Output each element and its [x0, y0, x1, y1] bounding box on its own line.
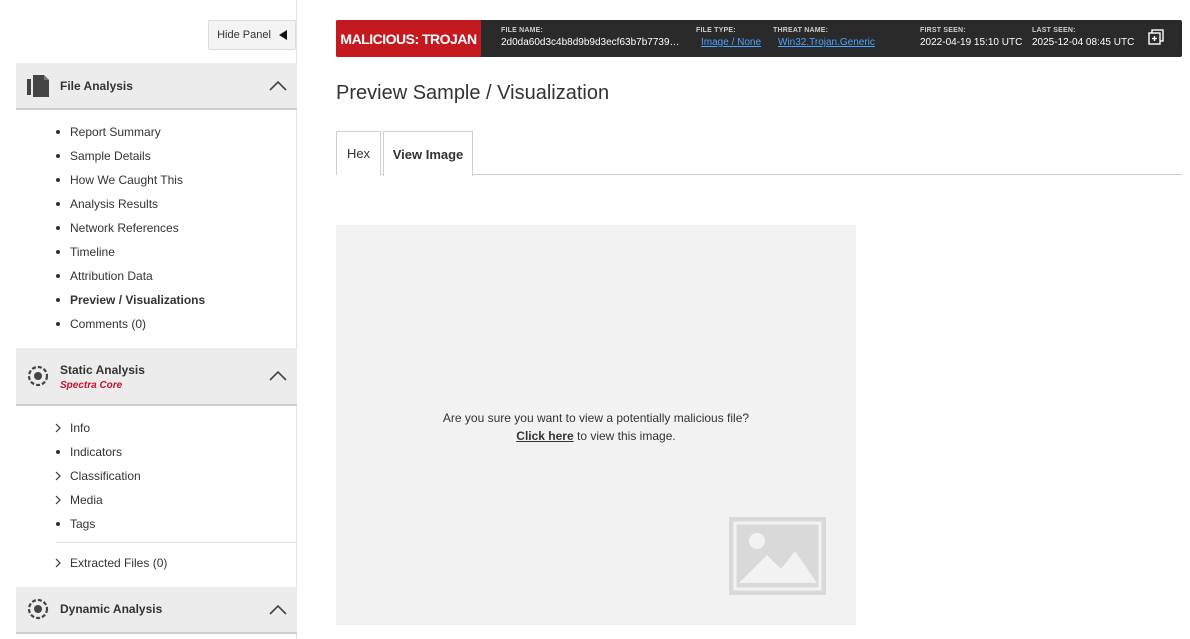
page-title: Preview Sample / Visualization — [336, 82, 610, 104]
bullet-icon — [56, 226, 60, 230]
static-analysis-subtitle: Spectra Core — [60, 380, 123, 391]
gear-target-icon — [27, 598, 49, 620]
chevron-up-icon[interactable] — [269, 604, 287, 616]
tab-view-image[interactable]: View Image — [383, 131, 473, 176]
nav-item-tags[interactable]: Tags — [56, 512, 297, 536]
gear-target-icon — [27, 365, 49, 387]
image-placeholder-icon — [729, 517, 826, 595]
chevron-right-icon — [55, 558, 61, 568]
first-seen-meta: FIRST SEEN: 2022-04-19 15:10 UTC — [920, 27, 1028, 48]
last-seen-value: 2025-12-04 08:45 UTC — [1032, 37, 1135, 48]
bullet-icon — [56, 522, 60, 526]
bullet-icon — [56, 450, 60, 454]
nav-item-classification[interactable]: Classification — [55, 464, 297, 488]
file-analysis-header[interactable]: File Analysis — [16, 63, 297, 110]
bullet-icon — [56, 154, 60, 158]
tab-hex[interactable]: Hex — [336, 131, 381, 175]
extracted-files-nav: Extracted Files (0) — [55, 551, 297, 575]
bullet-icon — [56, 178, 60, 182]
static-analysis-title: Static Analysis — [60, 363, 145, 377]
nav-item-analysis-results[interactable]: Analysis Results — [56, 192, 297, 216]
nav-item-sample-details[interactable]: Sample Details — [56, 144, 297, 168]
nav-item-extracted-files[interactable]: Extracted Files (0) — [55, 551, 297, 575]
chevron-up-icon[interactable] — [269, 370, 287, 382]
file-icon — [27, 75, 49, 97]
threat-banner: MALICIOUS: TROJAN FILE NAME: 2d0da60d3c4… — [336, 20, 1182, 57]
chevron-up-icon[interactable] — [269, 80, 287, 92]
triangle-left-icon — [278, 30, 287, 40]
last-seen-meta: LAST SEEN: 2025-12-04 08:45 UTC — [1032, 27, 1140, 48]
nav-item-media[interactable]: Media — [55, 488, 297, 512]
nav-item-attribution-data[interactable]: Attribution Data — [56, 264, 297, 288]
nav-item-report-summary[interactable]: Report Summary — [56, 120, 297, 144]
preview-tabs: Hex View Image — [336, 131, 1182, 176]
threat-name-link[interactable]: Win32.Trojan.Generic — [778, 37, 875, 48]
nav-item-info[interactable]: Info — [55, 416, 297, 440]
file-analysis-nav: Report Summary Sample Details How We Cau… — [56, 120, 297, 336]
copy-icon[interactable] — [1148, 29, 1164, 45]
bullet-icon — [56, 202, 60, 206]
first-seen-value: 2022-04-19 15:10 UTC — [920, 37, 1023, 48]
nav-item-timeline[interactable]: Timeline — [56, 240, 297, 264]
bullet-icon — [56, 322, 60, 326]
image-preview-area: Are you sure you want to view a potentia… — [336, 225, 856, 625]
chevron-right-icon — [55, 423, 61, 433]
dynamic-analysis-title: Dynamic Analysis — [60, 602, 163, 616]
threat-name-meta: THREAT NAME: Win32.Trojan.Generic — [773, 27, 875, 48]
file-type-link[interactable]: Image / None — [701, 37, 761, 48]
nav-item-preview-visualizations[interactable]: Preview / Visualizations — [56, 288, 297, 312]
click-suffix-text: to view this image. — [573, 429, 676, 443]
dynamic-analysis-header[interactable]: Dynamic Analysis — [16, 587, 297, 634]
static-analysis-header[interactable]: Static Analysis Spectra Core — [16, 348, 297, 406]
nav-item-comments[interactable]: Comments (0) — [56, 312, 297, 336]
preview-message: Are you sure you want to view a potentia… — [336, 409, 856, 445]
nav-item-indicators[interactable]: Indicators — [56, 440, 297, 464]
hide-panel-button[interactable]: Hide Panel — [208, 20, 296, 50]
nav-item-how-we-caught-this[interactable]: How We Caught This — [56, 168, 297, 192]
hide-panel-label: Hide Panel — [217, 29, 271, 41]
file-type-meta: FILE TYPE: Image / None — [696, 27, 762, 48]
click-here-link[interactable]: Click here — [516, 429, 573, 443]
chevron-right-icon — [55, 471, 61, 481]
chevron-right-icon — [55, 495, 61, 505]
left-panel: Hide Panel File Analysis Report Summary … — [16, 0, 297, 639]
warning-text: Are you sure you want to view a potentia… — [442, 411, 750, 425]
file-name-meta: FILE NAME: 2d0da60d3c4b8d9b9d3ecf63b7b77… — [501, 27, 691, 48]
nav-item-network-references[interactable]: Network References — [56, 216, 297, 240]
static-analysis-nav: Info Indicators Classification Media Tag… — [55, 416, 297, 536]
divider — [56, 542, 297, 543]
bullet-icon — [56, 298, 60, 302]
bullet-icon — [56, 130, 60, 134]
file-name-value: 2d0da60d3c4b8d9b9d3ecf63b7b7739… — [501, 37, 680, 48]
file-analysis-title: File Analysis — [60, 79, 133, 93]
bullet-icon — [56, 250, 60, 254]
bullet-icon — [56, 274, 60, 278]
verdict-badge: MALICIOUS: TROJAN — [336, 20, 481, 57]
